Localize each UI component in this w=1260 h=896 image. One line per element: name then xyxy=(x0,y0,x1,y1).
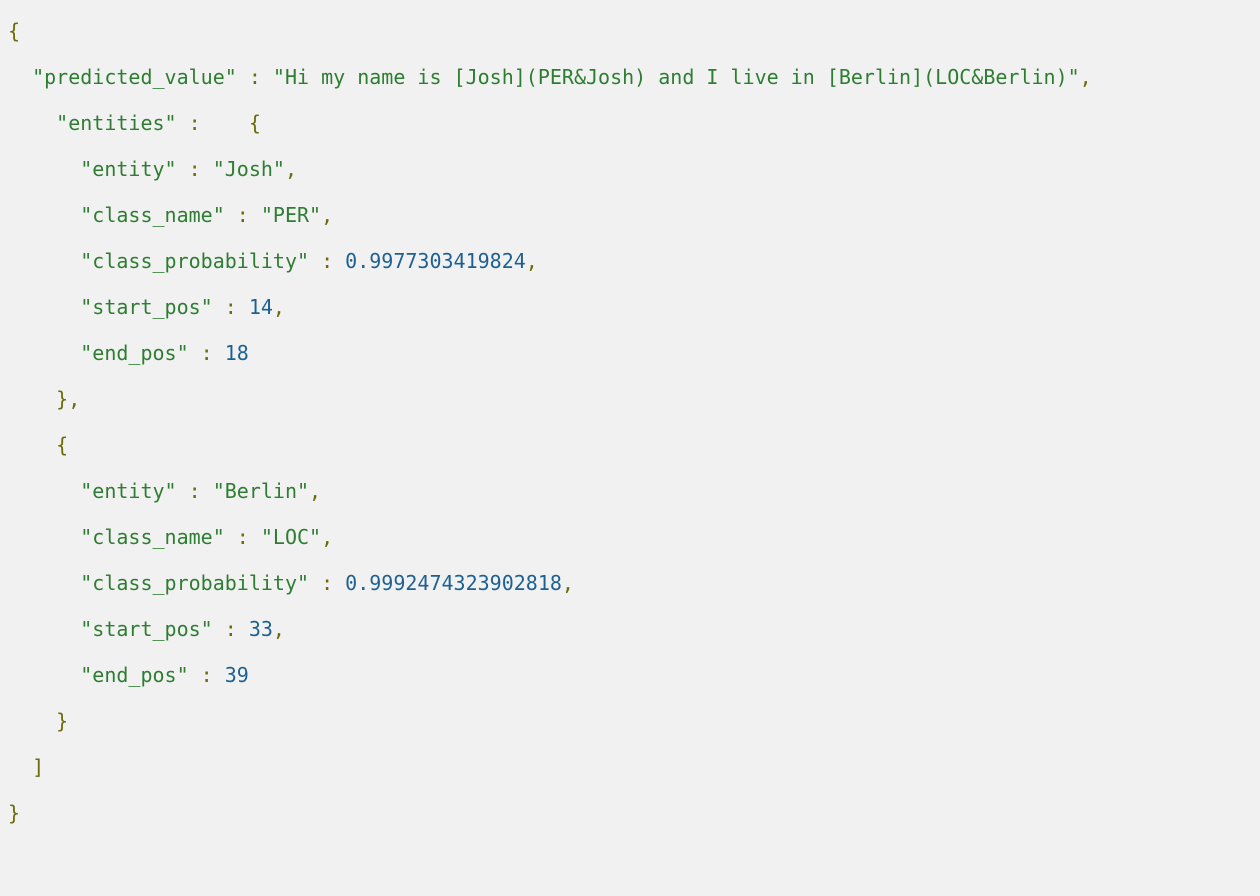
key-endpos-1: "end_pos" xyxy=(80,663,188,687)
colon: : xyxy=(177,479,213,503)
colon: : xyxy=(225,525,261,549)
comma: , xyxy=(68,387,80,411)
colon: : xyxy=(177,157,213,181)
json-code-block: { "predicted_value" : "Hi my name is [Jo… xyxy=(0,0,1260,844)
val-classprob-1: 0.9992474323902818 xyxy=(345,571,562,595)
comma: , xyxy=(562,571,574,595)
val-startpos-0: 14 xyxy=(249,295,273,319)
brace-close: } xyxy=(8,801,20,825)
brace-close: } xyxy=(56,387,68,411)
key-endpos-0: "end_pos" xyxy=(80,341,188,365)
val-classname-1: "LOC" xyxy=(261,525,321,549)
key-classname-0: "class_name" xyxy=(80,203,225,227)
colon: : xyxy=(189,341,225,365)
key-classname-1: "class_name" xyxy=(80,525,225,549)
bracket-close: ] xyxy=(32,755,44,779)
val-classprob-0: 0.9977303419824 xyxy=(345,249,526,273)
val-endpos-1: 39 xyxy=(225,663,249,687)
colon: : xyxy=(309,571,345,595)
val-entity-1: "Berlin" xyxy=(213,479,309,503)
comma: , xyxy=(273,295,285,319)
val-predicted-value: "Hi my name is [Josh](PER&Josh) and I li… xyxy=(273,65,1080,89)
brace-open: { xyxy=(56,433,68,457)
comma: , xyxy=(1080,65,1092,89)
comma: , xyxy=(309,479,321,503)
key-entity-0: "entity" xyxy=(80,157,176,181)
val-entity-0: "Josh" xyxy=(213,157,285,181)
key-startpos-0: "start_pos" xyxy=(80,295,212,319)
comma: , xyxy=(285,157,297,181)
brace-open: { xyxy=(8,19,20,43)
comma: , xyxy=(321,203,333,227)
key-classprob-0: "class_probability" xyxy=(80,249,309,273)
val-startpos-1: 33 xyxy=(249,617,273,641)
colon: : xyxy=(213,295,249,319)
colon: : xyxy=(237,65,273,89)
key-predicted-value: "predicted_value" xyxy=(32,65,237,89)
brace-close: } xyxy=(56,709,68,733)
comma: , xyxy=(273,617,285,641)
val-classname-0: "PER" xyxy=(261,203,321,227)
key-entity-1: "entity" xyxy=(80,479,176,503)
key-startpos-1: "start_pos" xyxy=(80,617,212,641)
colon: : xyxy=(189,663,225,687)
comma: , xyxy=(526,249,538,273)
colon: : xyxy=(213,617,249,641)
colon: : xyxy=(225,203,261,227)
comma: , xyxy=(321,525,333,549)
entities-open: : { xyxy=(177,111,261,135)
key-classprob-1: "class_probability" xyxy=(80,571,309,595)
colon: : xyxy=(309,249,345,273)
val-endpos-0: 18 xyxy=(225,341,249,365)
key-entities: "entities" xyxy=(56,111,176,135)
